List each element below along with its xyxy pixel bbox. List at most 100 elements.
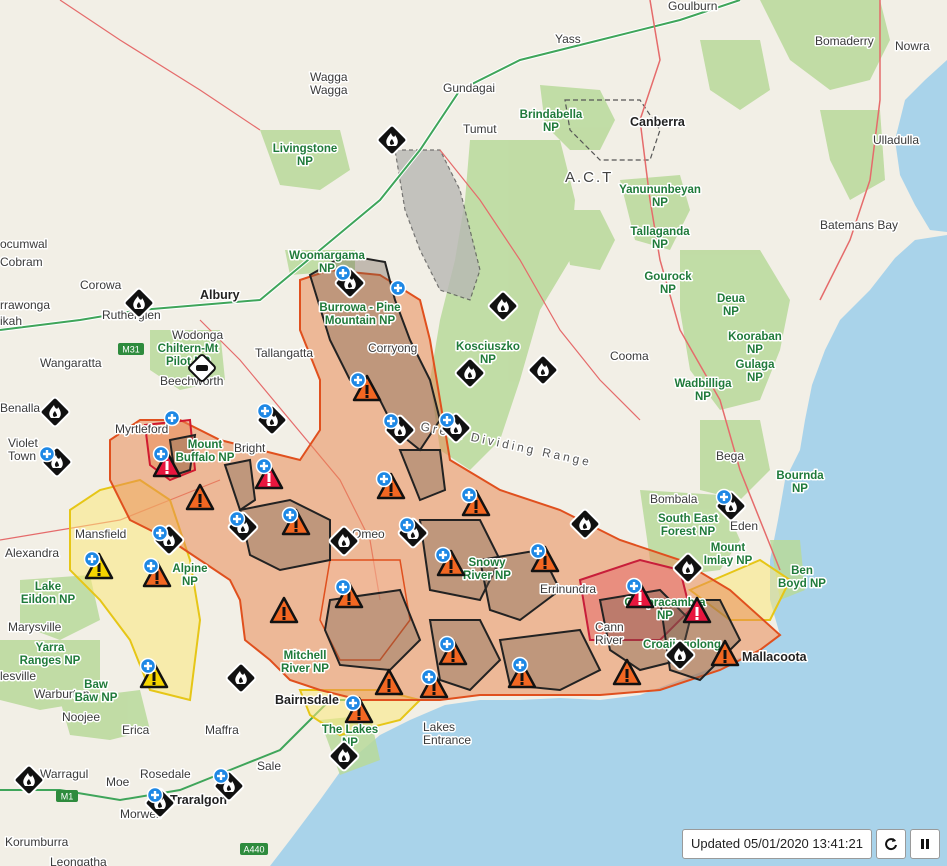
info-plus-icon[interactable] <box>212 767 230 785</box>
park-label-bournda: NP <box>792 483 808 495</box>
town-label-beechworth: Beechworth <box>160 374 223 388</box>
info-plus-icon[interactable] <box>334 578 352 596</box>
info-plus-icon[interactable] <box>434 546 452 564</box>
info-plus-icon[interactable] <box>256 402 274 420</box>
info-plus-icon[interactable] <box>398 516 416 534</box>
park-label-mt-buffalo: Buffalo NP <box>176 452 235 464</box>
town-label-yass: Yass <box>555 32 581 46</box>
refresh-button[interactable] <box>876 829 906 859</box>
park-label-ben-boyd: Ben <box>791 565 813 577</box>
park-label-lake-eildon: Lake <box>35 581 61 593</box>
park-label-deua: Deua <box>717 293 746 305</box>
info-plus-icon[interactable] <box>334 264 352 282</box>
town-label-benalla: Benalla <box>0 401 40 415</box>
info-plus-icon[interactable] <box>460 486 478 504</box>
park-label-mt-imlay: Mount <box>711 542 746 554</box>
info-plus-icon[interactable] <box>163 409 181 427</box>
park-label-gourock: NP <box>660 284 676 296</box>
road-shield-a440: A440 <box>243 845 264 855</box>
town-label-lakes-entrance: Lakes <box>423 720 455 734</box>
info-plus-icon[interactable] <box>152 445 170 463</box>
info-plus-icon[interactable] <box>529 542 547 560</box>
info-plus-icon[interactable] <box>83 550 101 568</box>
park-label-brindabella: Brindabella <box>520 109 583 121</box>
status-bar: Updated 05/01/2020 13:41:21 <box>681 829 940 859</box>
info-plus-icon[interactable] <box>438 411 456 429</box>
park-label-coopracambra: NP <box>657 610 673 622</box>
info-plus-icon[interactable] <box>38 445 56 463</box>
park-label-south-east-forest: Forest NP <box>661 526 716 538</box>
town-label-erica: Erica <box>122 723 150 737</box>
town-label-mulwala: rrawonga <box>0 298 50 312</box>
town-label-leongatha: Leongatha <box>50 855 107 866</box>
map-canvas[interactable]: A.C.T Great Dividing Range Canberra Albu… <box>0 0 947 866</box>
town-label-bega: Bega <box>716 449 744 463</box>
info-plus-icon[interactable] <box>349 371 367 389</box>
park-label-kosciuszko: NP <box>480 354 496 366</box>
info-plus-icon[interactable] <box>389 279 407 297</box>
town-label-violet-town: Town <box>8 449 36 463</box>
info-plus-icon[interactable] <box>344 694 362 712</box>
park-label-kosciuszko: Kosciuszko <box>456 341 520 353</box>
park-label-baw-baw: Baw <box>84 679 108 691</box>
park-label-mt-buffalo: Mount <box>188 439 223 451</box>
park-label-gulaga: NP <box>747 372 763 384</box>
info-plus-icon[interactable] <box>438 635 456 653</box>
city-albury: Albury <box>200 288 240 302</box>
info-plus-icon[interactable] <box>142 557 160 575</box>
pause-icon <box>921 839 929 849</box>
park-label-snowy-river: Snowy <box>468 557 506 569</box>
town-label-mansfield: Mansfield <box>75 527 126 541</box>
park-label-woomargama: NP <box>319 263 335 275</box>
park-label-yarra-ranges: Ranges NP <box>20 655 81 667</box>
town-label-dookie: lesville <box>0 669 36 683</box>
park-label-woomargama: Woomargama <box>289 250 365 262</box>
info-plus-icon[interactable] <box>715 488 733 506</box>
town-label-korumburra: Korumburra <box>5 835 69 849</box>
pause-button[interactable] <box>910 829 940 859</box>
info-plus-icon[interactable] <box>255 457 273 475</box>
park-label-burrowa: Burrowa - Pine <box>319 302 400 314</box>
park-label-tallaganda: Tallaganda <box>630 226 690 238</box>
road-shield-m1: M1 <box>61 792 74 802</box>
info-plus-icon[interactable] <box>281 506 299 524</box>
town-label-bomaderry: Bomaderry <box>815 34 874 48</box>
info-plus-icon[interactable] <box>382 412 400 430</box>
park-label-alpine: Alpine <box>172 563 207 575</box>
info-plus-icon[interactable] <box>511 656 529 674</box>
town-label-nowra: Nowra <box>895 39 930 53</box>
park-label-deua: NP <box>723 306 739 318</box>
town-label-noojee: Noojee <box>62 710 100 724</box>
park-label-lake-eildon: Eildon NP <box>21 594 76 606</box>
park-label-wadbilliga: Wadbilliga <box>674 378 732 390</box>
updated-timestamp: Updated 05/01/2020 13:41:21 <box>681 829 872 859</box>
info-plus-icon[interactable] <box>420 668 438 686</box>
info-plus-icon[interactable] <box>146 786 164 804</box>
town-label-yarrawonga2: ikah <box>0 314 22 328</box>
road-shield-m31: M31 <box>122 345 140 355</box>
town-label-corowa: Corowa <box>80 278 122 292</box>
town-label-errinundra: Errinundra <box>540 582 596 596</box>
town-label-myrtleford: Myrtleford <box>115 422 168 436</box>
town-label-bright: Bright <box>234 441 266 455</box>
info-plus-icon[interactable] <box>375 470 393 488</box>
town-label-wodonga: Wodonga <box>172 328 223 342</box>
city-mallacoota: Mallacoota <box>742 650 808 664</box>
park-label-mitchell-river: Mitchell <box>284 650 327 662</box>
refresh-icon <box>885 838 897 851</box>
park-label-mitchell-river: River NP <box>281 663 329 675</box>
town-label-tocumwal: ocumwal <box>0 237 47 251</box>
park-label-burrowa: Mountain NP <box>325 315 396 327</box>
city-canberra: Canberra <box>630 115 686 129</box>
town-label-marysville: Marysville <box>8 620 62 634</box>
park-label-livingstone: Livingstone <box>273 143 338 155</box>
park-label-chiltern: Chiltern-Mt <box>158 343 219 355</box>
info-plus-icon[interactable] <box>625 577 643 595</box>
park-label-namadgi: NP <box>652 197 668 209</box>
town-label-cobram: Cobram <box>0 255 43 269</box>
info-plus-icon[interactable] <box>151 524 169 542</box>
info-plus-icon[interactable] <box>228 510 246 528</box>
info-plus-icon[interactable] <box>139 657 157 675</box>
town-label-corryong: Corryong <box>368 341 417 355</box>
town-label-eden: Eden <box>730 519 758 533</box>
